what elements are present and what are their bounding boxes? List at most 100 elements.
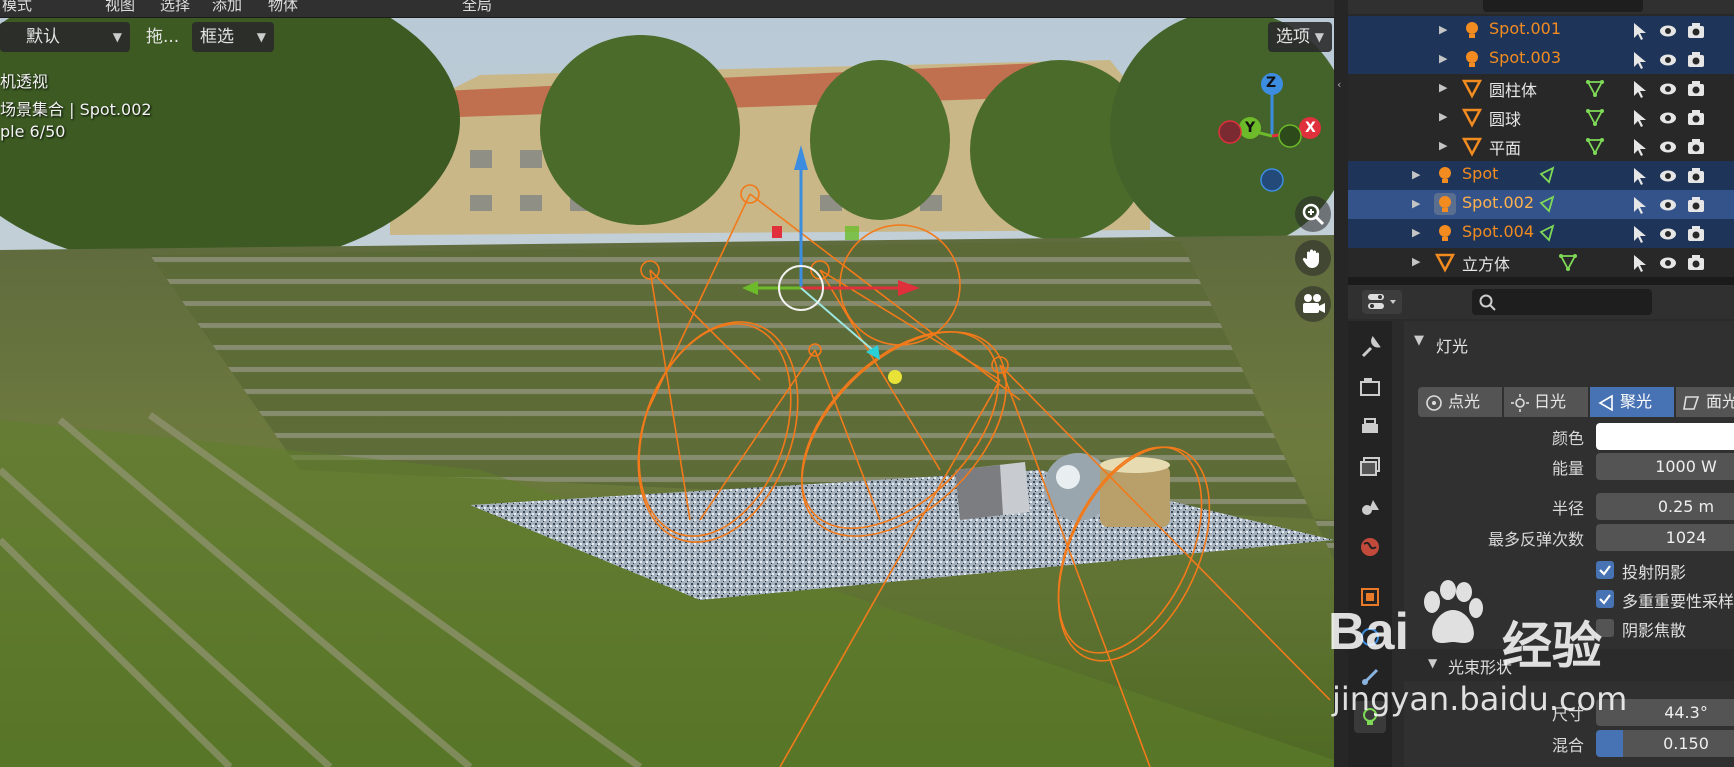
- select-pointer-icon[interactable]: [1630, 79, 1650, 99]
- select-pointer-icon[interactable]: [1630, 195, 1650, 215]
- eye-icon[interactable]: [1658, 253, 1678, 273]
- add-menu[interactable]: 添加: [212, 0, 242, 15]
- expand-arrow-icon[interactable]: ▶: [1439, 23, 1447, 36]
- select-pointer-icon[interactable]: [1630, 21, 1650, 41]
- tab-tool[interactable]: [1354, 331, 1386, 363]
- spot-data-icon[interactable]: [1536, 165, 1556, 185]
- tab-constraints[interactable]: [1354, 661, 1386, 693]
- tab-object[interactable]: [1354, 581, 1386, 613]
- eye-icon[interactable]: [1658, 224, 1678, 244]
- expand-arrow-icon[interactable]: ▶: [1412, 226, 1420, 239]
- object-menu[interactable]: 物体: [268, 0, 298, 15]
- pan-button[interactable]: [1295, 240, 1331, 276]
- beam-shape-subpanel-header[interactable]: ▼ 光束形状: [1404, 649, 1734, 681]
- outliner-row[interactable]: ▶ Spot.004: [1348, 219, 1734, 248]
- render-camera-icon[interactable]: [1686, 253, 1706, 273]
- tab-physics[interactable]: [1354, 621, 1386, 653]
- light-type-point[interactable]: 点光: [1418, 387, 1502, 417]
- view-menu[interactable]: 视图: [105, 0, 135, 15]
- energy-field[interactable]: 1000 W: [1596, 453, 1734, 480]
- max-bounces-field[interactable]: 1024: [1596, 524, 1734, 551]
- outliner-row[interactable]: ▶ Spot.002: [1348, 190, 1734, 219]
- light-type-sun[interactable]: 日光: [1504, 387, 1588, 417]
- eye-icon[interactable]: [1658, 21, 1678, 41]
- render-camera-icon[interactable]: [1686, 224, 1706, 244]
- eye-icon[interactable]: [1658, 79, 1678, 99]
- expand-arrow-icon[interactable]: ▶: [1439, 110, 1447, 123]
- tab-scene[interactable]: [1354, 491, 1386, 523]
- select-pointer-icon[interactable]: [1630, 137, 1650, 157]
- spot-size-field[interactable]: 44.3°: [1596, 699, 1734, 726]
- outliner-row[interactable]: ▶ 圆柱体: [1348, 74, 1734, 103]
- mode-menu[interactable]: 模式: [2, 0, 32, 15]
- render-camera-icon[interactable]: [1686, 79, 1706, 99]
- spot-blend-slider[interactable]: 0.150: [1596, 730, 1734, 757]
- select-pointer-icon[interactable]: [1630, 50, 1650, 70]
- eye-icon[interactable]: [1658, 50, 1678, 70]
- mis-checkbox[interactable]: [1596, 590, 1614, 608]
- properties-search-input[interactable]: [1472, 289, 1652, 315]
- expand-arrow-icon[interactable]: ▶: [1439, 81, 1447, 94]
- outliner-row[interactable]: ▶ 圆球: [1348, 103, 1734, 132]
- outliner-row[interactable]: ▶ Spot: [1348, 161, 1734, 190]
- drag-dropdown[interactable]: 拖...: [138, 22, 190, 52]
- render-camera-icon[interactable]: [1686, 195, 1706, 215]
- expand-arrow-icon[interactable]: ▶: [1439, 52, 1447, 65]
- select-box-dropdown[interactable]: 框选 ▼: [192, 22, 274, 52]
- shadow-caustics-checkbox[interactable]: [1596, 619, 1614, 637]
- outliner-row[interactable]: ▶ Spot.001: [1348, 16, 1734, 45]
- default-dropdown[interactable]: 默认 ▼: [0, 22, 130, 52]
- mesh-data-icon[interactable]: [1585, 136, 1605, 156]
- orientation-dropdown[interactable]: 全局: [462, 0, 492, 15]
- viewport-scene[interactable]: [0, 0, 1334, 767]
- render-camera-icon[interactable]: [1686, 108, 1706, 128]
- expand-arrow-icon[interactable]: ▶: [1412, 168, 1420, 181]
- light-type-spot[interactable]: 聚光: [1590, 387, 1674, 417]
- select-pointer-icon[interactable]: [1630, 253, 1650, 273]
- select-pointer-icon[interactable]: [1630, 108, 1650, 128]
- light-panel-header[interactable]: ▼ 灯光: [1404, 321, 1734, 371]
- color-swatch[interactable]: [1596, 423, 1734, 450]
- outliner-row[interactable]: ▶ 立方体: [1348, 248, 1734, 277]
- area-divider-horizontal[interactable]: [1348, 277, 1734, 285]
- tab-render[interactable]: [1354, 371, 1386, 403]
- editor-type-button[interactable]: [1362, 290, 1402, 314]
- render-camera-icon[interactable]: [1686, 50, 1706, 70]
- mesh-data-icon[interactable]: [1558, 252, 1578, 272]
- options-dropdown[interactable]: 选项 ▼: [1268, 22, 1332, 52]
- render-camera-icon[interactable]: [1686, 166, 1706, 186]
- tab-light-data[interactable]: [1354, 701, 1386, 733]
- outliner-row[interactable]: ▶ 平面: [1348, 132, 1734, 161]
- tab-world[interactable]: [1354, 531, 1386, 563]
- tab-view-layer[interactable]: [1354, 451, 1386, 483]
- eye-icon[interactable]: [1658, 166, 1678, 186]
- radius-field[interactable]: 0.25 m: [1596, 493, 1734, 520]
- select-pointer-icon[interactable]: [1630, 224, 1650, 244]
- outliner-search-input[interactable]: [1483, 0, 1643, 12]
- spot-data-icon[interactable]: [1536, 223, 1556, 243]
- render-camera-icon[interactable]: [1686, 21, 1706, 41]
- mesh-data-icon[interactable]: [1585, 107, 1605, 127]
- mesh-data-icon[interactable]: [1585, 78, 1605, 98]
- outliner-row[interactable]: ▶ Spot.003: [1348, 45, 1734, 74]
- area-divider[interactable]: ‹: [1334, 0, 1348, 767]
- tab-output[interactable]: [1354, 411, 1386, 443]
- expand-arrow-icon[interactable]: ▶: [1439, 139, 1447, 152]
- properties-editor[interactable]: ▼ 灯光 点光 日光 聚光 面光 颜色 能量 1000 W 半径 0.25 m …: [1348, 285, 1734, 767]
- collapse-arrow-icon[interactable]: ‹: [1337, 78, 1341, 91]
- expand-arrow-icon[interactable]: ▶: [1412, 197, 1420, 210]
- light-type-area[interactable]: 面光: [1676, 387, 1734, 417]
- expand-arrow-icon[interactable]: ▶: [1412, 255, 1420, 268]
- eye-icon[interactable]: [1658, 108, 1678, 128]
- outliner[interactable]: ▶ Spot.001 ▶ Spot.003 ▶ 圆柱体 ▶ 圆球 ▶ 平面 ▶ Spot ▶ Spot.0…: [1348, 0, 1734, 277]
- eye-icon[interactable]: [1658, 137, 1678, 157]
- spot-data-icon[interactable]: [1536, 194, 1556, 214]
- eye-icon[interactable]: [1658, 195, 1678, 215]
- camera-view-button[interactable]: [1295, 286, 1331, 322]
- zoom-button[interactable]: [1295, 196, 1331, 232]
- select-pointer-icon[interactable]: [1630, 166, 1650, 186]
- render-camera-icon[interactable]: [1686, 137, 1706, 157]
- select-menu[interactable]: 选择: [160, 0, 190, 15]
- cast-shadow-checkbox[interactable]: [1596, 561, 1614, 579]
- 3d-viewport[interactable]: 模式 视图 选择 添加 物体 全局 默认 ▼ 拖... 框选 ▼ 选项 ▼ 机透…: [0, 0, 1334, 767]
